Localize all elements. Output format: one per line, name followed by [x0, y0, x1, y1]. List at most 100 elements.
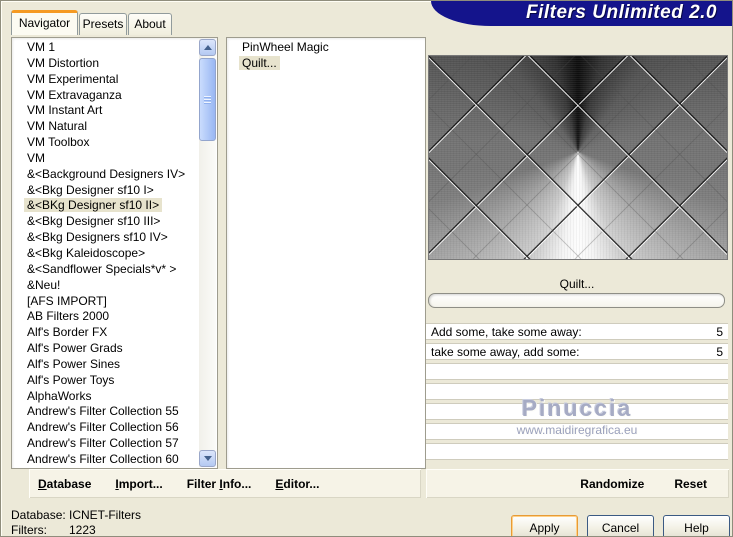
- category-list-item-label: &<Bkg Designers sf10 IV>: [27, 230, 168, 245]
- tab-about[interactable]: About: [128, 13, 172, 35]
- category-list-item-label: VM Extravaganza: [27, 87, 122, 102]
- toolbar-left: Database Import... Filter Info... Editor…: [29, 469, 421, 498]
- filters-unlimited-dialog: Filters Unlimited 2.0 Navigator Presets …: [0, 0, 733, 537]
- category-list-item-label: &Neu!: [27, 277, 61, 292]
- category-list-item[interactable]: &Neu!: [14, 278, 198, 294]
- scroll-down-button[interactable]: [199, 450, 216, 467]
- category-list-item[interactable]: &<BKg Designer sf10 II>: [14, 198, 198, 214]
- parameter-row[interactable]: Add some, take some away: 5: [426, 323, 728, 340]
- category-list-item-label: AlphaWorks: [27, 388, 92, 403]
- parameter-label: Add some, take some away:: [431, 324, 582, 339]
- category-list-item-label: Alf's Power Toys: [27, 372, 115, 387]
- status-filters-label: Filters:: [11, 523, 47, 537]
- window-title: Filters Unlimited 2.0: [525, 2, 717, 23]
- selected-filter-title: Quilt...: [559, 277, 595, 291]
- status-bar: Database: ICNET-Filters Filters: 1223: [11, 508, 141, 537]
- category-list-item-label: [AFS IMPORT]: [27, 293, 107, 308]
- category-list-item-label: VM Natural: [27, 119, 88, 134]
- category-list-item[interactable]: VM Extravaganza: [14, 88, 198, 104]
- reset-button[interactable]: Reset: [674, 477, 707, 491]
- filter-list-item[interactable]: PinWheel Magic: [229, 40, 423, 56]
- parameter-row[interactable]: take some away, add some: 5: [426, 343, 728, 360]
- progress-slider[interactable]: [428, 293, 725, 308]
- category-list-panel: VM 1 VM Distortion VM Experimental VM Extra…: [11, 37, 218, 469]
- category-list-item[interactable]: VM Instant Art: [14, 103, 198, 119]
- category-scrollbar[interactable]: [199, 39, 216, 467]
- category-list-item[interactable]: &<Sandflower Specials*v* >: [14, 262, 198, 278]
- parameter-row[interactable]: [426, 383, 728, 400]
- tab-presets[interactable]: Presets: [79, 13, 127, 35]
- parameter-row[interactable]: [426, 423, 728, 440]
- status-filters: Filters: 1223: [11, 523, 141, 537]
- import-button[interactable]: Import...: [115, 477, 162, 491]
- category-list-item[interactable]: [AFS IMPORT]: [14, 294, 198, 310]
- category-list-item[interactable]: VM Experimental: [14, 72, 198, 88]
- status-database: Database: ICNET-Filters: [11, 508, 141, 523]
- category-list-item-label: Alf's Power Grads: [27, 341, 123, 356]
- category-list-item[interactable]: Andrew's Filter Collection 55: [14, 404, 198, 420]
- category-list: VM 1 VM Distortion VM Experimental VM Extra…: [14, 40, 198, 466]
- status-database-value: ICNET-Filters: [69, 508, 141, 522]
- filter-list-item[interactable]: Quilt...: [229, 55, 423, 72]
- parameter-row[interactable]: [426, 443, 728, 460]
- category-list-item-label: VM: [27, 150, 45, 165]
- status-database-label: Database:: [11, 508, 66, 522]
- category-list-item-label: Andrew's Filter Collection 57: [27, 436, 179, 451]
- category-list-item[interactable]: Andrew's Filter Collection 57: [14, 436, 198, 452]
- category-list-item-label: Andrew's Filter Collection 55: [27, 404, 179, 419]
- scroll-down-icon: [203, 456, 212, 461]
- category-list-item-label: VM Experimental: [27, 71, 119, 86]
- database-button[interactable]: Database: [38, 477, 91, 491]
- category-list-item-label: &<BKg Designer sf10 II>: [24, 198, 163, 213]
- category-list-item[interactable]: Alf's Power Toys: [14, 373, 198, 389]
- status-filters-value: 1223: [69, 523, 96, 537]
- category-list-item[interactable]: Andrew's Filter Collection 60: [14, 452, 198, 466]
- category-list-item[interactable]: Alf's Border FX: [14, 325, 198, 341]
- scrollbar-thumb[interactable]: [199, 58, 216, 141]
- title-banner: Filters Unlimited 2.0: [431, 1, 732, 26]
- category-list-item[interactable]: &<Bkg Kaleidoscope>: [14, 246, 198, 262]
- scroll-up-button[interactable]: [199, 39, 216, 56]
- category-list-item[interactable]: AlphaWorks: [14, 389, 198, 405]
- category-list-item-label: &<Background Designers IV>: [27, 166, 186, 181]
- category-list-item[interactable]: VM Toolbox: [14, 135, 198, 151]
- category-list-item-label: Alf's Power Sines: [27, 356, 120, 371]
- category-list-item[interactable]: Alf's Power Grads: [14, 341, 198, 357]
- filter-info-button[interactable]: Filter Info...: [187, 477, 252, 491]
- category-list-item[interactable]: &<Bkg Designers sf10 IV>: [14, 230, 198, 246]
- category-list-item[interactable]: &<Bkg Designer sf10 I>: [14, 183, 198, 199]
- category-list-item-label: &<Bkg Kaleidoscope>: [27, 245, 146, 260]
- category-list-item-label: VM Toolbox: [27, 135, 90, 150]
- help-button[interactable]: Help: [663, 515, 730, 536]
- editor-button[interactable]: Editor...: [275, 477, 319, 491]
- category-list-item-label: VM Instant Art: [27, 103, 103, 118]
- parameter-rows: Add some, take some away: 5 take some aw…: [426, 323, 728, 463]
- category-list-item-label: Alf's Border FX: [27, 325, 108, 340]
- filter-list: PinWheel Magic Quilt...: [229, 40, 423, 466]
- scroll-up-icon: [203, 45, 212, 50]
- cancel-button[interactable]: Cancel: [587, 515, 654, 536]
- category-list-item[interactable]: VM Natural: [14, 119, 198, 135]
- parameter-value: 5: [716, 324, 723, 339]
- tab-navigator[interactable]: Navigator: [11, 10, 78, 35]
- category-list-item[interactable]: VM Distortion: [14, 56, 198, 72]
- toolbar-right: Randomize Reset: [426, 469, 729, 498]
- category-list-item[interactable]: Andrew's Filter Collection 56: [14, 420, 198, 436]
- filter-list-panel: PinWheel Magic Quilt...: [226, 37, 426, 469]
- category-list-item[interactable]: VM: [14, 151, 198, 167]
- category-list-item-label: AB Filters 2000: [27, 309, 110, 324]
- category-list-item[interactable]: AB Filters 2000: [14, 309, 198, 325]
- category-list-item-label: &<Bkg Designer sf10 III>: [27, 214, 161, 229]
- category-list-item[interactable]: &<Background Designers IV>: [14, 167, 198, 183]
- randomize-button[interactable]: Randomize: [580, 477, 644, 491]
- category-list-item-label: Andrew's Filter Collection 60: [27, 451, 179, 466]
- category-list-item[interactable]: VM 1: [14, 40, 198, 56]
- parameter-row[interactable]: [426, 403, 728, 420]
- category-list-item[interactable]: Alf's Power Sines: [14, 357, 198, 373]
- apply-button[interactable]: Apply: [511, 515, 578, 536]
- parameter-row[interactable]: [426, 363, 728, 380]
- category-list-item[interactable]: &<Bkg Designer sf10 III>: [14, 214, 198, 230]
- category-list-item-label: Andrew's Filter Collection 56: [27, 420, 179, 435]
- parameter-label: take some away, add some:: [431, 344, 580, 359]
- category-list-item-label: &<Sandflower Specials*v* >: [27, 261, 177, 276]
